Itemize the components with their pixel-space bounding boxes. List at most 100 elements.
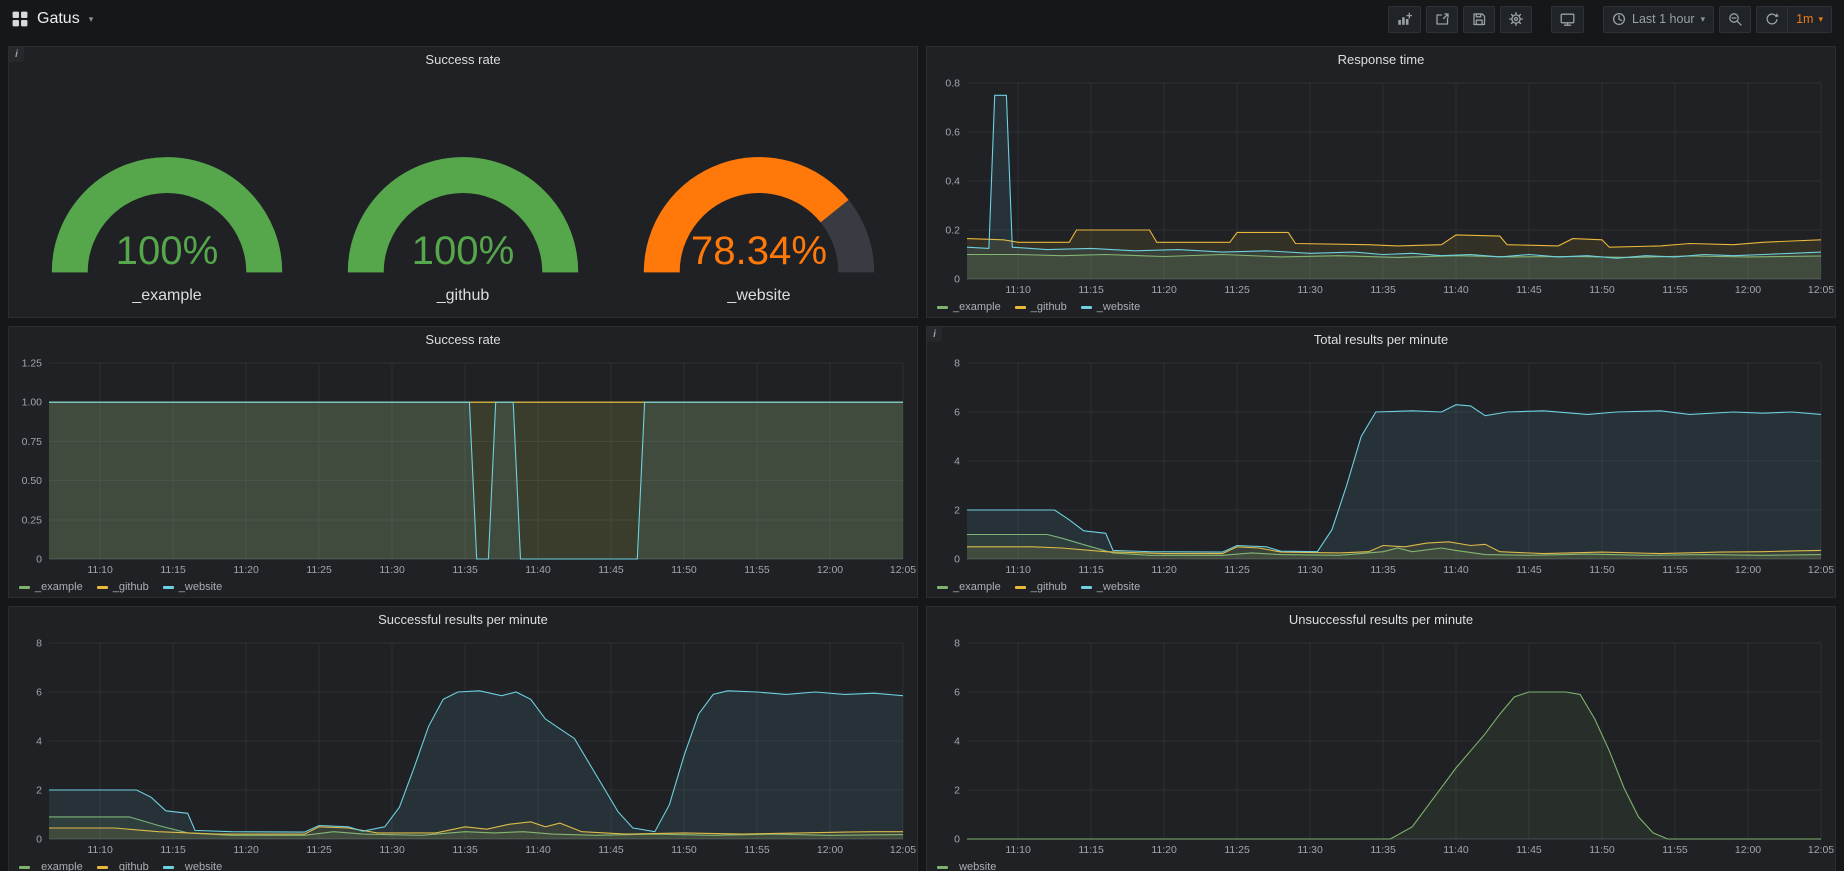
panel-title[interactable]: Response time bbox=[927, 47, 1835, 73]
chart-plot[interactable]: 0246811:1011:1511:2011:2511:3011:3511:40… bbox=[9, 633, 917, 859]
svg-text:11:35: 11:35 bbox=[1370, 284, 1396, 296]
time-range-button[interactable]: Last 1 hour ▾ bbox=[1603, 6, 1714, 33]
cycle-view-button[interactable] bbox=[1551, 6, 1584, 33]
svg-text:12:00: 12:00 bbox=[817, 844, 843, 856]
svg-text:11:50: 11:50 bbox=[1589, 284, 1615, 296]
legend-item-_example[interactable]: _example bbox=[19, 861, 83, 871]
panel-unsuccessful-results: Unsuccessful results per minute 0246811:… bbox=[926, 606, 1836, 871]
add-panel-button[interactable] bbox=[1388, 6, 1421, 33]
dashboard-title[interactable]: Gatus bbox=[37, 10, 80, 28]
svg-text:11:10: 11:10 bbox=[1005, 284, 1031, 296]
svg-text:12:05: 12:05 bbox=[1808, 844, 1834, 856]
panel-successful-results: Successful results per minute 0246811:10… bbox=[8, 606, 918, 871]
svg-text:4: 4 bbox=[954, 456, 960, 468]
svg-text:11:35: 11:35 bbox=[1370, 844, 1396, 856]
svg-text:11:20: 11:20 bbox=[233, 844, 259, 856]
svg-text:2: 2 bbox=[954, 505, 960, 517]
svg-text:11:20: 11:20 bbox=[1151, 284, 1177, 296]
zoom-out-button[interactable] bbox=[1719, 6, 1751, 33]
gear-icon bbox=[1509, 12, 1523, 26]
svg-text:12:05: 12:05 bbox=[1808, 284, 1834, 296]
navbar: Gatus ▾ bbox=[0, 0, 1844, 38]
svg-text:4: 4 bbox=[36, 736, 42, 748]
svg-text:1.00: 1.00 bbox=[22, 397, 43, 409]
panel-info-icon[interactable]: i bbox=[9, 47, 24, 62]
legend-item-_github[interactable]: _github bbox=[1015, 581, 1067, 593]
svg-text:11:50: 11:50 bbox=[1589, 564, 1615, 576]
panel-info-icon[interactable]: i bbox=[927, 327, 942, 342]
chart-legend: _example _github _website bbox=[9, 579, 917, 597]
successful-results-chart[interactable]: 0246811:1011:1511:2011:2511:3011:3511:40… bbox=[9, 633, 917, 859]
svg-text:11:25: 11:25 bbox=[1224, 844, 1250, 856]
legend-item-_example[interactable]: _example bbox=[19, 581, 83, 593]
svg-text:8: 8 bbox=[36, 638, 42, 650]
panel-success-rate-series: Success rate 00.250.500.751.001.2511:101… bbox=[8, 326, 918, 598]
legend-item-_website[interactable]: _website bbox=[1081, 301, 1140, 313]
legend-item-_website[interactable]: _website bbox=[937, 861, 996, 871]
svg-text:2: 2 bbox=[36, 785, 42, 797]
svg-text:4: 4 bbox=[954, 736, 960, 748]
svg-text:0.4: 0.4 bbox=[945, 176, 960, 188]
svg-text:11:30: 11:30 bbox=[1297, 564, 1323, 576]
chart-plot[interactable]: 0246811:1011:1511:2011:2511:3011:3511:40… bbox=[927, 633, 1835, 859]
refresh-button[interactable] bbox=[1757, 7, 1787, 32]
svg-text:11:35: 11:35 bbox=[1370, 564, 1396, 576]
settings-button[interactable] bbox=[1500, 6, 1532, 33]
legend-item-_example[interactable]: _example bbox=[937, 581, 1001, 593]
chart-plot[interactable]: 0246811:1011:1511:2011:2511:3011:3511:40… bbox=[927, 353, 1835, 579]
panel-title[interactable]: Successful results per minute bbox=[9, 607, 917, 633]
panel-title[interactable]: Unsuccessful results per minute bbox=[927, 607, 1835, 633]
share-button[interactable] bbox=[1426, 6, 1458, 33]
success-rate-chart[interactable]: 00.250.500.751.001.2511:1011:1511:2011:2… bbox=[9, 353, 917, 579]
panel-title[interactable]: Total results per minute bbox=[927, 327, 1835, 353]
legend-item-_website[interactable]: _website bbox=[1081, 581, 1140, 593]
svg-text:11:30: 11:30 bbox=[379, 564, 405, 576]
svg-text:11:45: 11:45 bbox=[1516, 284, 1542, 296]
add-panel-icon bbox=[1397, 12, 1412, 27]
svg-text:11:20: 11:20 bbox=[1151, 844, 1177, 856]
unsuccessful-results-chart[interactable]: 0246811:1011:1511:2011:2511:3011:3511:40… bbox=[927, 633, 1835, 859]
svg-text:11:55: 11:55 bbox=[1662, 284, 1688, 296]
svg-text:11:25: 11:25 bbox=[306, 564, 332, 576]
gauge-value: 100% bbox=[116, 228, 219, 273]
legend-swatch bbox=[163, 866, 174, 869]
refresh-interval-button[interactable]: 1m ▾ bbox=[1787, 7, 1831, 32]
panel-title[interactable]: Success rate bbox=[9, 327, 917, 353]
dashboard-title-caret-icon[interactable]: ▾ bbox=[89, 15, 94, 24]
chart-plot[interactable]: 00.20.40.60.811:1011:1511:2011:2511:3011… bbox=[927, 73, 1835, 299]
svg-text:11:55: 11:55 bbox=[1662, 844, 1688, 856]
svg-text:11:25: 11:25 bbox=[1224, 284, 1250, 296]
svg-text:11:35: 11:35 bbox=[452, 844, 478, 856]
chart-plot[interactable]: 00.250.500.751.001.2511:1011:1511:2011:2… bbox=[9, 353, 917, 579]
gauge-row: 100% _example 100% _github 78.34% _websi… bbox=[9, 73, 917, 317]
gauge-label: _example bbox=[132, 285, 201, 309]
panel-title[interactable]: Success rate bbox=[9, 47, 917, 73]
refresh-interval-label: 1m bbox=[1796, 12, 1813, 26]
legend-item-_website[interactable]: _website bbox=[163, 861, 222, 871]
svg-text:0.25: 0.25 bbox=[22, 514, 43, 526]
legend-item-_github[interactable]: _github bbox=[97, 581, 149, 593]
svg-text:12:05: 12:05 bbox=[890, 564, 916, 576]
total-results-chart[interactable]: 0246811:1011:1511:2011:2511:3011:3511:40… bbox=[927, 353, 1835, 579]
svg-text:11:45: 11:45 bbox=[598, 844, 624, 856]
legend-swatch bbox=[97, 866, 108, 869]
legend-item-_website[interactable]: _website bbox=[163, 581, 222, 593]
save-button[interactable] bbox=[1463, 6, 1495, 33]
gauge-label: _website bbox=[727, 285, 790, 309]
dashboard-grid-icon[interactable] bbox=[12, 11, 28, 27]
legend-item-_github[interactable]: _github bbox=[97, 861, 149, 871]
legend-item-_example[interactable]: _example bbox=[937, 301, 1001, 313]
svg-text:12:05: 12:05 bbox=[1808, 564, 1834, 576]
response-time-chart[interactable]: 00.20.40.60.811:1011:1511:2011:2511:3011… bbox=[927, 73, 1835, 299]
svg-text:11:40: 11:40 bbox=[525, 844, 551, 856]
chart-legend: _website bbox=[927, 859, 1835, 871]
save-icon bbox=[1472, 12, 1486, 26]
dashboard-grid: i Success rate 100% _example 100% _githu… bbox=[0, 38, 1844, 871]
svg-text:11:30: 11:30 bbox=[1297, 844, 1323, 856]
legend-item-_github[interactable]: _github bbox=[1015, 301, 1067, 313]
svg-text:12:05: 12:05 bbox=[890, 844, 916, 856]
svg-text:11:55: 11:55 bbox=[1662, 564, 1688, 576]
svg-text:11:40: 11:40 bbox=[1443, 564, 1469, 576]
time-range-caret-icon: ▾ bbox=[1701, 15, 1706, 24]
svg-text:6: 6 bbox=[954, 407, 960, 419]
